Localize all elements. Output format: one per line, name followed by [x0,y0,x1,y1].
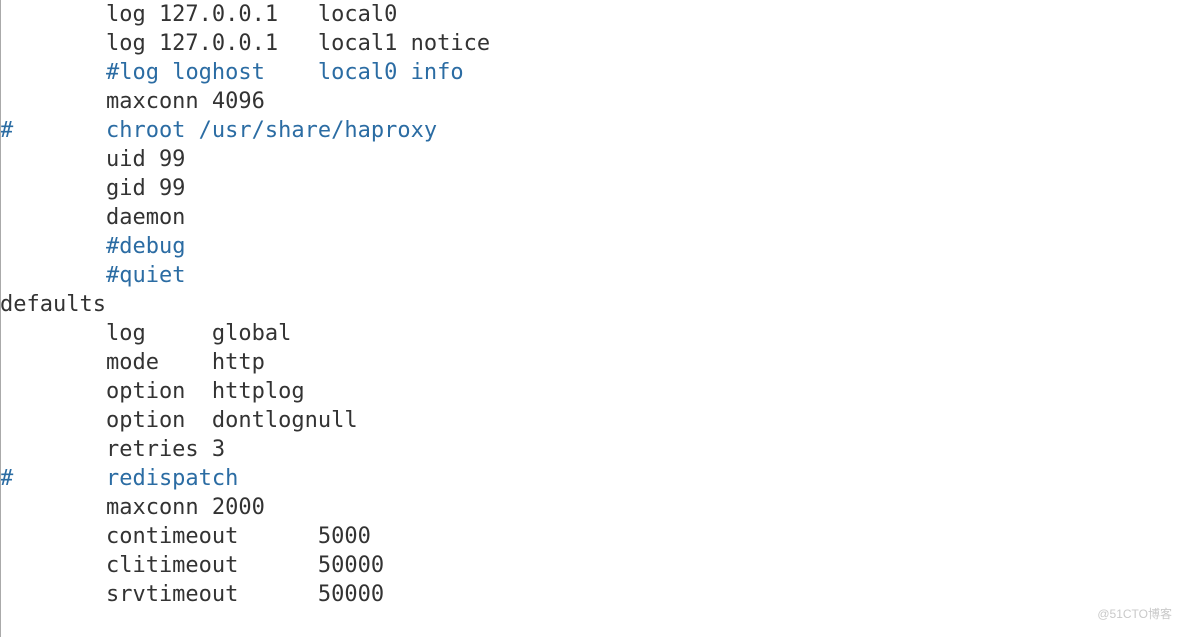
code-line: mode http [0,348,1184,377]
code-line: srvtimeout 50000 [0,580,1184,609]
config-code-block: log 127.0.0.1 local0 log 127.0.0.1 local… [0,0,1184,609]
code-line: log 127.0.0.1 local0 [0,0,1184,29]
code-line: #quiet [0,261,1184,290]
comment-text: #log loghost local0 info [106,60,464,85]
code-line: #log loghost local0 info [0,58,1184,87]
code-line: option httplog [0,377,1184,406]
code-line: # chroot /usr/share/haproxy [0,116,1184,145]
code-line: contimeout 5000 [0,522,1184,551]
code-line: log 127.0.0.1 local1 notice [0,29,1184,58]
code-line: option dontlognull [0,406,1184,435]
code-line: clitimeout 50000 [0,551,1184,580]
code-line: maxconn 2000 [0,493,1184,522]
code-line: gid 99 [0,174,1184,203]
code-line: retries 3 [0,435,1184,464]
comment-text: #quiet [106,263,185,288]
left-border [0,0,1,637]
code-line: log global [0,319,1184,348]
code-line: uid 99 [0,145,1184,174]
code-line: defaults [0,290,1184,319]
code-line: maxconn 4096 [0,87,1184,116]
comment-text: #debug [106,234,185,259]
code-line: #debug [0,232,1184,261]
code-line: # redispatch [0,464,1184,493]
comment-text: # redispatch [0,466,238,491]
watermark: @51CTO博客 [1097,600,1172,629]
code-line: daemon [0,203,1184,232]
comment-text: # chroot /usr/share/haproxy [0,118,437,143]
